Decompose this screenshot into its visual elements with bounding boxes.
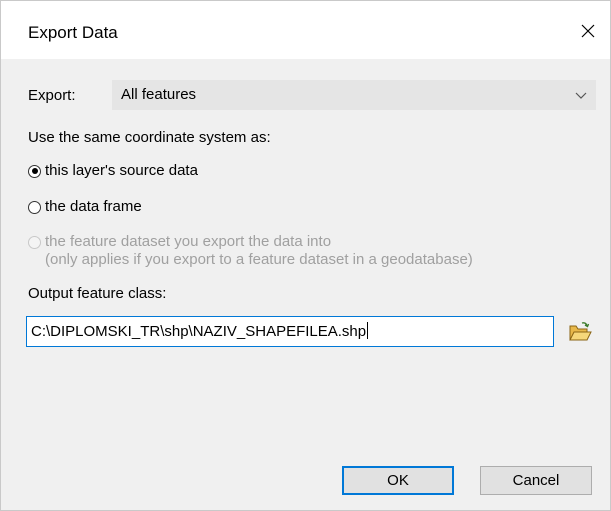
export-dropdown-value: All features [121,86,197,103]
coordinate-system-heading: Use the same coordinate system as: [28,129,271,146]
radio-button[interactable] [28,200,41,214]
radio-button-disabled [28,235,41,249]
close-button[interactable] [566,11,610,51]
text-caret [367,322,369,339]
export-dropdown[interactable]: All features [112,80,596,110]
radio-layer-source-data[interactable]: this layer's source data [28,161,198,181]
radio-label-layer-source-data: this layer's source data [45,162,198,179]
ok-button[interactable]: OK [342,466,454,495]
radio-label-data-frame: the data frame [45,198,142,215]
output-feature-class-label: Output feature class: [28,285,167,302]
radio-label-feature-dataset: the feature dataset you export the data … [45,233,332,250]
output-path-text: C:\DIPLOMSKI_TR\shp\NAZIV_SHAPEFILEA.shp [31,323,367,340]
dialog-title: Export Data [28,23,118,42]
open-folder-icon [568,321,592,340]
radio-feature-dataset-note: (only applies if you export to a feature… [45,251,473,268]
radio-button-checked[interactable] [28,164,41,178]
radio-feature-dataset: the feature dataset you export the data … [28,232,331,252]
cancel-button[interactable]: Cancel [480,466,592,495]
output-feature-class-input[interactable]: C:\DIPLOMSKI_TR\shp\NAZIV_SHAPEFILEA.shp [26,316,554,347]
title-bar: Export Data [1,1,610,59]
radio-data-frame[interactable]: the data frame [28,197,142,217]
export-label: Export: [28,87,76,104]
chevron-down-icon [575,92,587,99]
browse-button[interactable] [564,316,595,347]
export-data-dialog: Export Data Export: All features Use the… [0,0,611,511]
close-icon [581,24,595,38]
